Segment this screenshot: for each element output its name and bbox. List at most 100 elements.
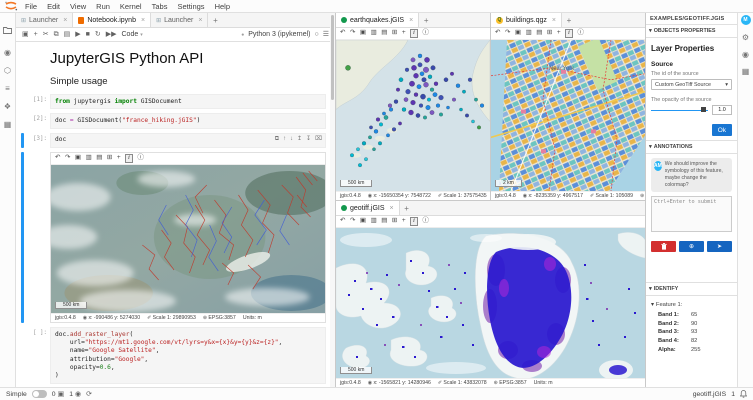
- insert-cell-above-icon[interactable]: ↥: [297, 136, 302, 142]
- kernel-icon[interactable]: ◉: [75, 391, 81, 398]
- objects-properties-section-header[interactable]: ▾ OBJECTS PROPERTIES: [646, 24, 737, 38]
- annotations-section-header[interactable]: ▾ ANNOTATIONS: [646, 140, 737, 154]
- about-icon[interactable]: ⓘ: [422, 218, 429, 225]
- tab-earthquakes[interactable]: earthquakes.jGIS ×: [336, 13, 419, 27]
- undo-icon[interactable]: ↶: [340, 218, 345, 225]
- cell-collapser[interactable]: [21, 133, 24, 148]
- save-icon[interactable]: ▣: [22, 31, 29, 38]
- code-input[interactable]: from jupytergis import GISDocument: [50, 94, 326, 109]
- cell-collapser[interactable]: [21, 113, 24, 128]
- paste-cell-icon[interactable]: ▤: [64, 31, 71, 38]
- menu-view[interactable]: View: [65, 2, 91, 11]
- redo-icon[interactable]: ↷: [350, 30, 355, 37]
- extension-panel-icon[interactable]: ▦: [742, 68, 750, 76]
- identify-tool-icon[interactable]: i: [410, 217, 418, 226]
- basemap-icon[interactable]: ▤: [381, 30, 387, 37]
- menu-help[interactable]: Help: [210, 2, 235, 11]
- menu-run[interactable]: Run: [91, 2, 115, 11]
- undo-icon[interactable]: ↶: [340, 30, 345, 37]
- zoom-box-icon[interactable]: ⊞: [547, 30, 552, 37]
- feature-header[interactable]: ▾ Feature 1:: [651, 302, 732, 308]
- stop-kernel-icon[interactable]: ■: [86, 31, 90, 38]
- cell-collapser[interactable]: [21, 94, 24, 109]
- menu-edit[interactable]: Edit: [42, 2, 65, 11]
- geotiff-map-view[interactable]: 500 km: [336, 228, 645, 378]
- layers-icon[interactable]: ▥: [371, 30, 377, 37]
- file-browser-icon[interactable]: [3, 21, 12, 39]
- cell-type-dropdown[interactable]: Code ▾: [122, 31, 143, 38]
- map-projection[interactable]: EPSG:3857: [208, 315, 235, 321]
- scrollbar-thumb[interactable]: [331, 15, 334, 100]
- menu-file[interactable]: File: [20, 2, 42, 11]
- tab-buildings[interactable]: Q buildings.qgz ×: [491, 13, 562, 27]
- menu-kernel[interactable]: Kernel: [115, 2, 147, 11]
- source-select[interactable]: Custom GeoTiff Source ▾: [651, 79, 732, 90]
- zoom-box-icon[interactable]: ⊞: [107, 155, 112, 162]
- jupytergis-panel-icon[interactable]: ▦: [4, 121, 12, 129]
- insert-cell-below-icon[interactable]: ↧: [306, 136, 311, 142]
- symbology-icon[interactable]: ▣: [75, 155, 81, 162]
- table-of-contents-icon[interactable]: ≡: [5, 85, 10, 93]
- widgets-icon[interactable]: ◉: [742, 51, 749, 59]
- identify-section-header[interactable]: ▾ IDENTIFY: [646, 282, 737, 296]
- identify-tool-icon[interactable]: i: [410, 29, 418, 38]
- running-kernels-icon[interactable]: ◉: [4, 49, 11, 57]
- delete-cell-icon[interactable]: ⌧: [315, 136, 322, 142]
- simple-mode-toggle[interactable]: [32, 390, 47, 398]
- code-input[interactable]: doc.add_raster_layer( url="https://mt1.g…: [50, 327, 326, 384]
- about-icon[interactable]: ⓘ: [422, 30, 429, 37]
- output-collapser[interactable]: [21, 152, 24, 323]
- zoom-box-icon[interactable]: ⊞: [392, 30, 397, 37]
- map-projection[interactable]: EPSG:3857: [499, 380, 526, 386]
- opacity-value-input[interactable]: [712, 105, 732, 115]
- property-inspector-icon[interactable]: ⚙: [742, 34, 749, 42]
- tab-notebook[interactable]: Notebook.ipynb ×: [73, 13, 151, 27]
- bell-icon[interactable]: [740, 390, 747, 398]
- symbology-icon[interactable]: ▣: [515, 30, 521, 37]
- close-icon[interactable]: ×: [409, 17, 413, 24]
- annotation-reply-input[interactable]: [651, 196, 732, 232]
- opacity-slider[interactable]: [651, 106, 708, 114]
- basemap-icon[interactable]: ▤: [96, 155, 102, 162]
- menu-settings[interactable]: Settings: [172, 2, 209, 11]
- notebook-content[interactable]: JupyterGIS Python API Simple usage [1]: …: [16, 42, 335, 387]
- user-avatar[interactable]: M: [741, 15, 751, 25]
- layers-icon[interactable]: ▥: [86, 155, 92, 162]
- run-cell-icon[interactable]: ▶: [75, 31, 80, 38]
- terminal-icon[interactable]: ▣: [58, 391, 65, 398]
- buildings-map-view[interactable]: New York 2 km: [491, 40, 645, 191]
- symbology-icon[interactable]: ▣: [360, 218, 366, 225]
- redo-icon[interactable]: ↷: [350, 218, 355, 225]
- about-icon[interactable]: ⓘ: [137, 155, 144, 162]
- tab-launcher-2[interactable]: ⊞ Launcher ×: [151, 13, 208, 27]
- new-tab-button[interactable]: +: [208, 13, 222, 27]
- basemap-icon[interactable]: ▤: [536, 30, 542, 37]
- tab-geotiff[interactable]: geotiff.jGIS ×: [336, 201, 400, 215]
- kernel-name[interactable]: Python 3 (ipykernel): [248, 31, 310, 38]
- zoom-box-icon[interactable]: ⊞: [392, 218, 397, 225]
- extensions-icon[interactable]: ❖: [4, 103, 11, 111]
- about-icon[interactable]: ⓘ: [577, 30, 584, 37]
- add-cell-icon[interactable]: +: [34, 31, 38, 38]
- submit-annotation-button[interactable]: ➤: [707, 241, 732, 252]
- redo-icon[interactable]: ↷: [505, 30, 510, 37]
- new-tab-button[interactable]: +: [562, 13, 576, 27]
- notebook-scrollbar[interactable]: [330, 13, 335, 387]
- refresh-icon[interactable]: ⟳: [86, 391, 92, 398]
- add-layer-icon[interactable]: +: [117, 155, 121, 162]
- new-tab-button[interactable]: +: [400, 201, 414, 215]
- restart-kernel-icon[interactable]: ↻: [95, 31, 101, 38]
- delete-annotation-button[interactable]: [651, 241, 676, 252]
- close-icon[interactable]: ×: [390, 205, 394, 212]
- close-icon[interactable]: ×: [141, 17, 145, 24]
- duplicate-cell-icon[interactable]: ⧉: [275, 136, 279, 142]
- basemap-icon[interactable]: ▤: [381, 218, 387, 225]
- close-icon[interactable]: ×: [552, 17, 556, 24]
- close-icon[interactable]: ×: [63, 17, 67, 24]
- menu-tabs[interactable]: Tabs: [147, 2, 173, 11]
- add-layer-icon[interactable]: +: [402, 218, 406, 225]
- layers-icon[interactable]: ▥: [526, 30, 532, 37]
- close-icon[interactable]: ×: [198, 17, 202, 24]
- earthquakes-map-view[interactable]: 500 km: [336, 40, 490, 191]
- symbology-icon[interactable]: ▣: [360, 30, 366, 37]
